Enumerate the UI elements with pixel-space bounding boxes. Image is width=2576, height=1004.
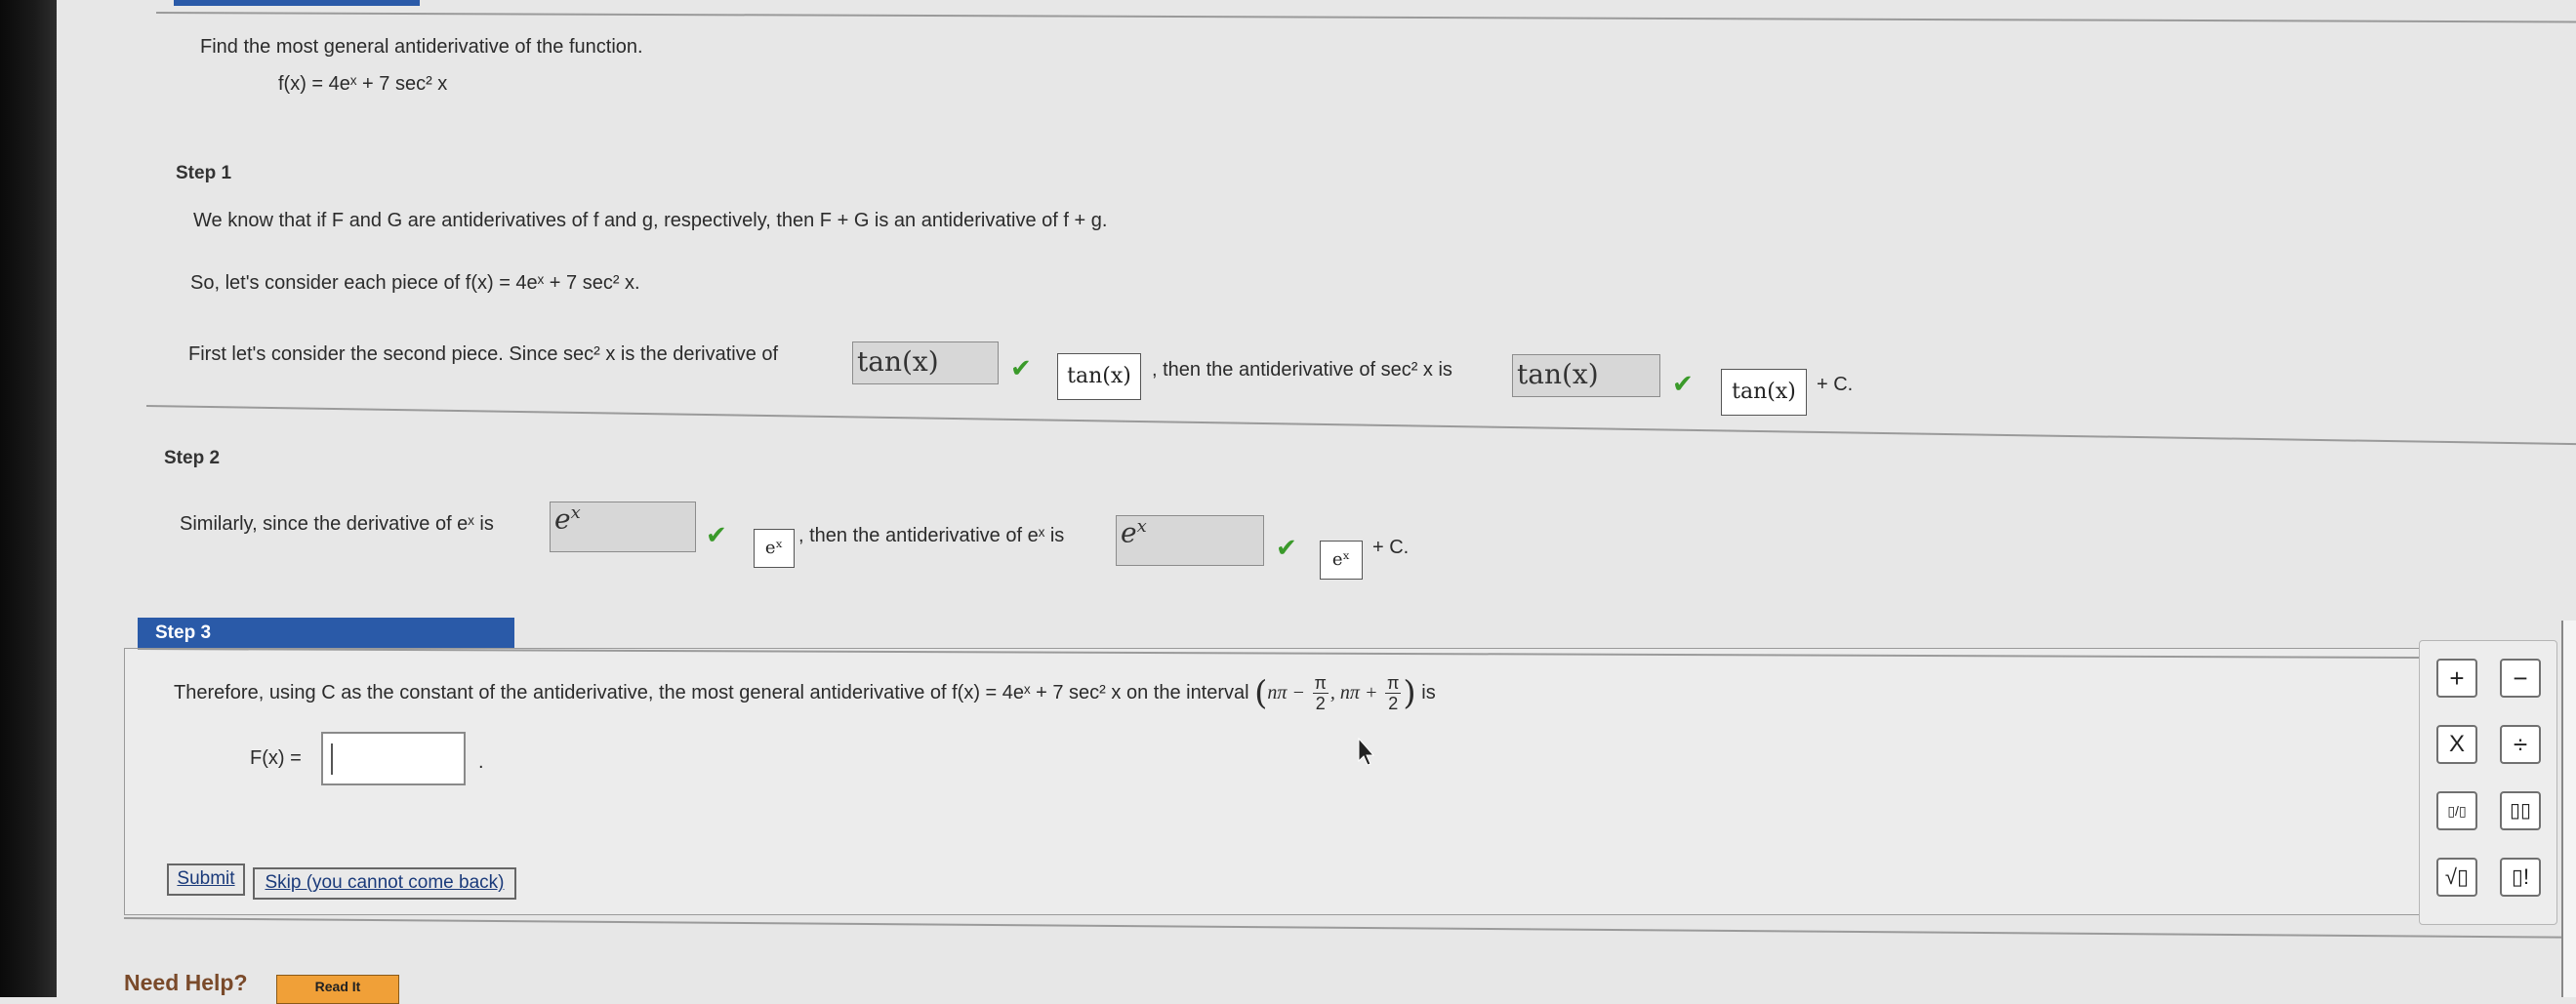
palette-edge: [2561, 621, 2576, 997]
frac-num: π: [1312, 673, 1329, 694]
answer-label: F(x) =: [250, 747, 302, 769]
read-it-button[interactable]: Read It: [276, 975, 399, 1004]
step2-answer2-box[interactable]: ex: [1116, 515, 1264, 566]
minus-button[interactable]: −: [2500, 659, 2541, 698]
step1-answer1-box[interactable]: tan(x): [852, 341, 999, 384]
step2-answer2-exp: x: [1136, 516, 1147, 537]
check-icon: ✔: [706, 520, 727, 549]
pi-over-two-fraction: π2: [1312, 673, 1329, 713]
step1-line2: So, let's consider each piece of f(x) = …: [190, 272, 640, 294]
check-icon: ✔: [1672, 369, 1694, 398]
check-icon: ✔: [1276, 533, 1297, 562]
problem-function: f(x) = 4eˣ + 7 sec² x: [278, 73, 448, 95]
step3-interval-close: ): [1403, 673, 1416, 713]
sqrt-button[interactable]: √▯: [2436, 858, 2477, 897]
antiderivative-answer-input[interactable]: [321, 732, 466, 785]
power-button[interactable]: ▯▯: [2500, 791, 2541, 830]
step1-line3-mid: , then the antiderivative of sec² x is: [1152, 359, 1452, 381]
math-palette: + − X ÷ ▯/▯ ▯▯ √▯ ▯!: [2419, 640, 2557, 925]
pi-over-two-fraction: π2: [1385, 673, 1402, 713]
step3-interval-mid: , nπ +: [1329, 681, 1378, 703]
step3-text-pre: Therefore, using C as the constant of th…: [174, 681, 1249, 703]
step2-line-pre: Similarly, since the derivative of eˣ is: [180, 513, 494, 535]
submit-button[interactable]: Submit: [167, 863, 245, 896]
step1-line3-post: + C.: [1817, 374, 1854, 395]
step2-line-mid: , then the antiderivative of eˣ is: [798, 525, 1065, 546]
answer-period: .: [478, 751, 484, 773]
step2-answer1-box[interactable]: ex: [550, 502, 696, 552]
step2-correct2-box: eˣ: [1320, 541, 1363, 580]
frac-num: π: [1385, 673, 1402, 694]
step1-line1: We know that if F and G are antiderivati…: [193, 210, 1108, 231]
step1-answer2-box[interactable]: tan(x): [1512, 354, 1660, 397]
need-help-label: Need Help?: [124, 970, 248, 995]
plus-button[interactable]: +: [2436, 659, 2477, 698]
step2-answer1-exp: x: [570, 502, 581, 523]
top-divider: [155, 12, 2576, 23]
step3-interval-left: nπ −: [1267, 681, 1305, 703]
frac-den: 2: [1388, 694, 1399, 713]
step3-text-post: is: [1421, 681, 1436, 703]
step2-label: Step 2: [164, 448, 221, 468]
divide-button[interactable]: ÷: [2500, 725, 2541, 764]
top-tab: [174, 0, 420, 6]
problem-prompt: Find the most general antiderivative of …: [200, 36, 643, 58]
times-button[interactable]: X: [2436, 725, 2477, 764]
step1-line3-pre: First let's consider the second piece. S…: [188, 343, 779, 365]
text-caret: [331, 743, 333, 775]
skip-button[interactable]: Skip (you cannot come back): [253, 867, 516, 900]
step1-label: Step 1: [176, 163, 232, 183]
frac-den: 2: [1315, 694, 1326, 713]
step2-correct1-box: eˣ: [754, 529, 795, 568]
step1-correct2-box: tan(x): [1721, 369, 1807, 416]
step3-bottom-rule: [123, 917, 2576, 939]
fraction-button[interactable]: ▯/▯: [2436, 791, 2477, 830]
check-icon: ✔: [1010, 353, 1032, 382]
step2-line-post: + C.: [1372, 537, 1410, 558]
step3-interval: (: [1254, 673, 1268, 713]
step2-answer2-base: e: [1121, 516, 1137, 549]
step1-correct1-box: tan(x): [1057, 353, 1141, 400]
mouse-pointer-icon: [1358, 738, 1375, 766]
step3-label: Step 3: [138, 618, 514, 648]
step1-divider: [145, 405, 2576, 446]
monitor-bezel: [0, 0, 57, 997]
factorial-button[interactable]: ▯!: [2500, 858, 2541, 897]
step3-text: Therefore, using C as the constant of th…: [174, 673, 1436, 713]
step2-answer1-base: e: [554, 502, 571, 536]
